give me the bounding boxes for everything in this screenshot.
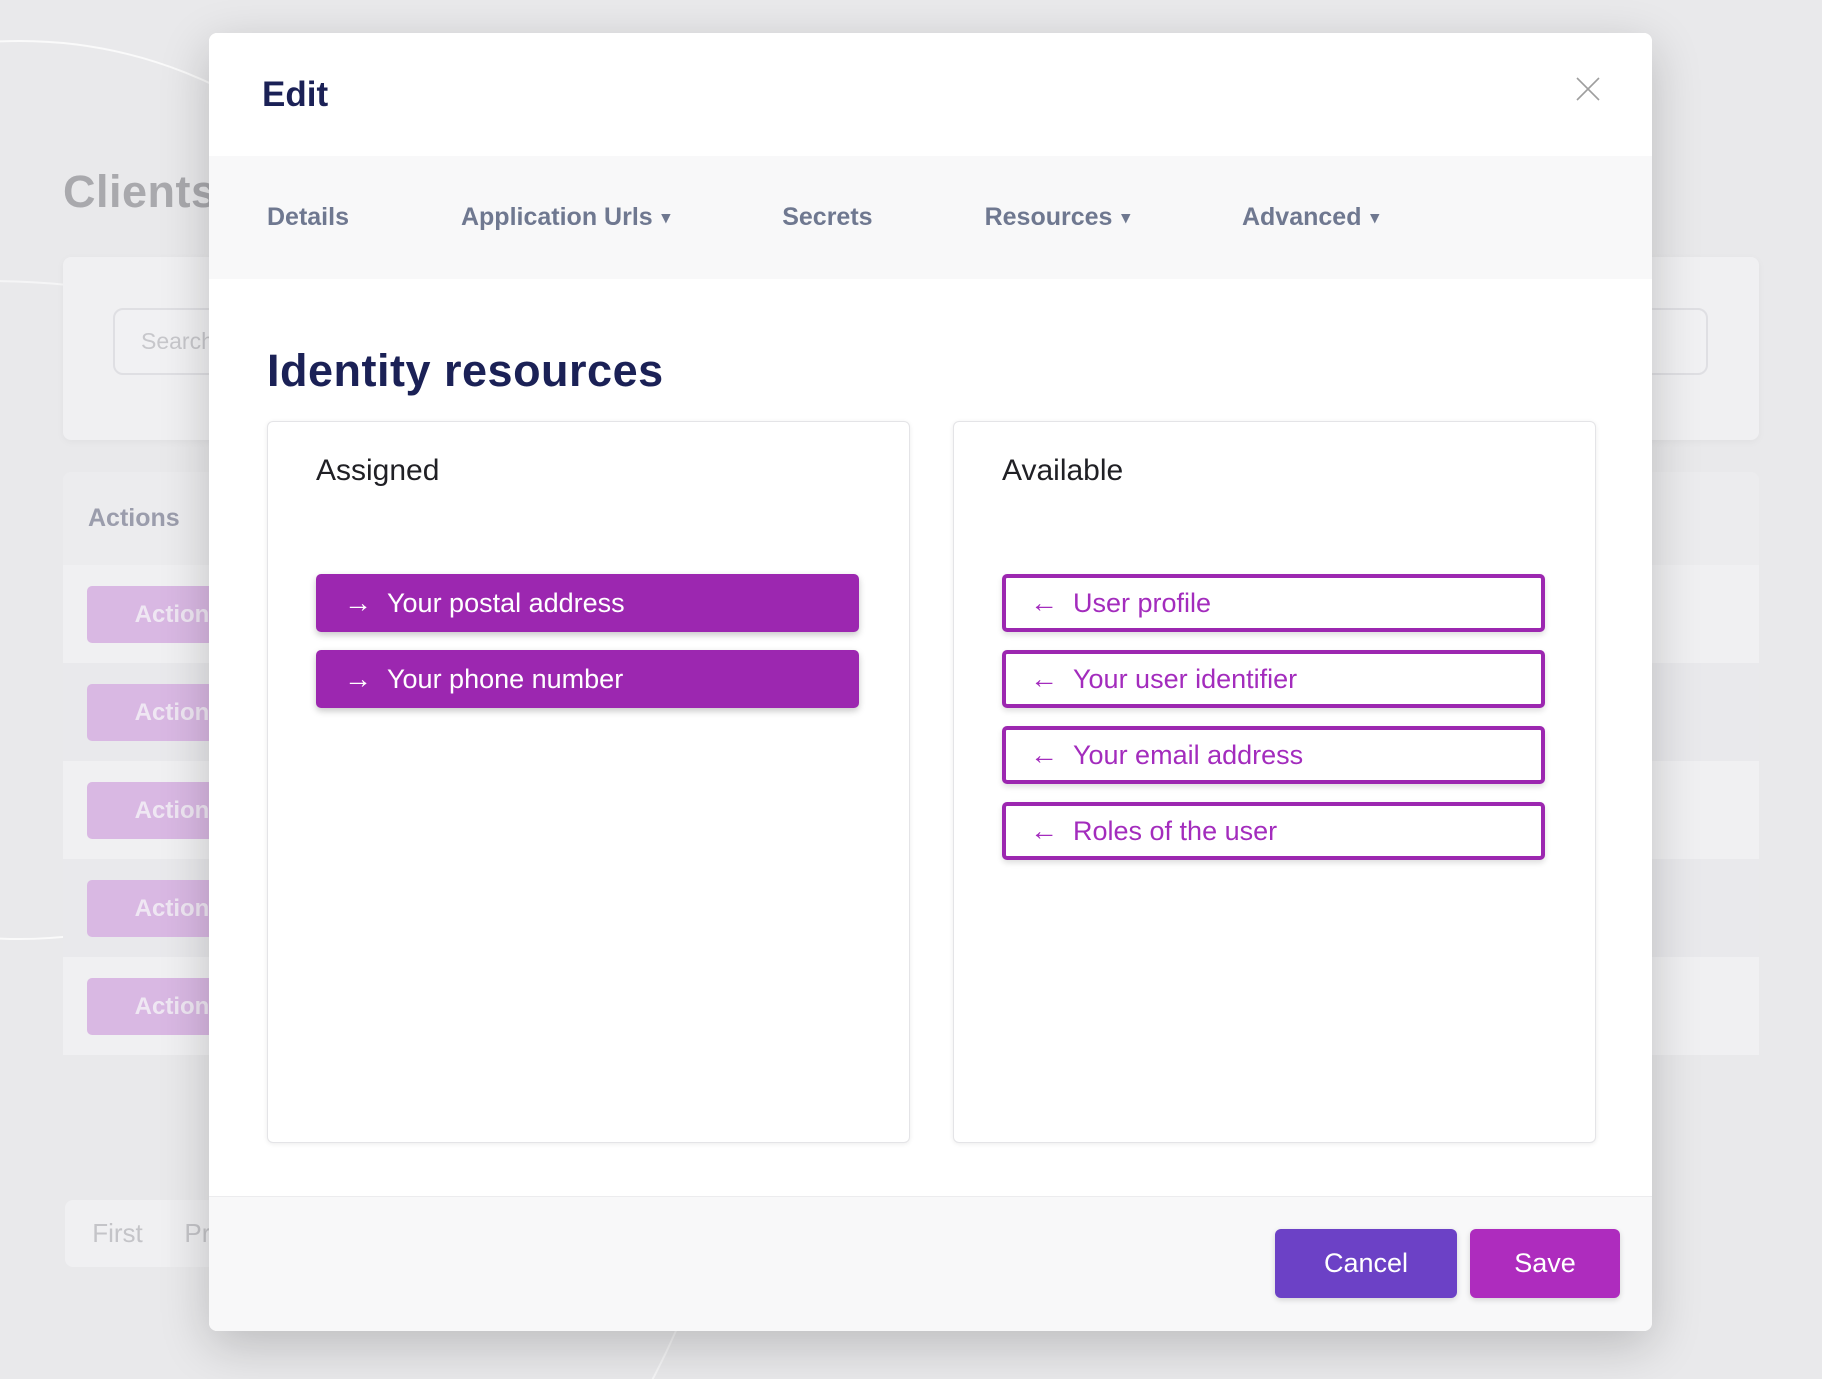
tab-advanced[interactable]: Advanced▾ — [1242, 203, 1379, 232]
tab-details[interactable]: Details — [267, 203, 349, 232]
available-resource-button[interactable]: ← Your email address — [1002, 726, 1545, 784]
tab-application-urls[interactable]: Application Urls▾ — [461, 203, 670, 232]
section-title: Identity resources — [267, 345, 664, 397]
tab-resources[interactable]: Resources▾ — [985, 203, 1130, 232]
available-panel: Available ← User profile ← Your user ide… — [953, 421, 1596, 1143]
available-resource-button[interactable]: ← User profile — [1002, 574, 1545, 632]
caret-down-icon: ▾ — [662, 208, 671, 227]
available-panel-title: Available — [1002, 454, 1123, 488]
arrow-left-icon: ← — [1030, 663, 1058, 695]
modal-footer: Cancel Save — [209, 1196, 1652, 1331]
assigned-panel-title: Assigned — [316, 454, 439, 488]
caret-down-icon: ▾ — [1370, 208, 1379, 227]
cancel-button[interactable]: Cancel — [1275, 1229, 1457, 1298]
arrow-right-icon: → — [344, 587, 372, 619]
tab-secrets[interactable]: Secrets — [782, 203, 872, 232]
resource-label: User profile — [1073, 588, 1211, 619]
assigned-list: → Your postal address → Your phone numbe… — [316, 574, 859, 708]
page-title: Clients — [63, 166, 217, 218]
assigned-panel: Assigned → Your postal address → Your ph… — [267, 421, 910, 1143]
pagination-first[interactable]: First — [65, 1200, 170, 1267]
resource-label: Your user identifier — [1073, 664, 1297, 695]
arrow-left-icon: ← — [1030, 587, 1058, 619]
close-icon[interactable] — [1572, 73, 1604, 105]
available-resource-button[interactable]: ← Your user identifier — [1002, 650, 1545, 708]
actions-column-header: Actions — [88, 504, 180, 533]
resource-label: Your email address — [1073, 740, 1303, 771]
resource-label: Your phone number — [387, 664, 623, 695]
arrow-left-icon: ← — [1030, 739, 1058, 771]
arrow-left-icon: ← — [1030, 815, 1058, 847]
caret-down-icon: ▾ — [1121, 208, 1130, 227]
modal-tabbar: Details Application Urls▾ Secrets Resour… — [209, 156, 1652, 279]
available-list: ← User profile ← Your user identifier ← … — [1002, 574, 1545, 860]
assigned-resource-button[interactable]: → Your postal address — [316, 574, 859, 632]
save-button[interactable]: Save — [1470, 1229, 1620, 1298]
resource-label: Your postal address — [387, 588, 625, 619]
modal-header: Edit — [209, 33, 1652, 156]
resource-label: Roles of the user — [1073, 816, 1277, 847]
edit-modal: Edit ⌂Identity ServerClients Client Id M… — [209, 33, 1652, 1331]
available-resource-button[interactable]: ← Roles of the user — [1002, 802, 1545, 860]
modal-title: Edit — [262, 75, 328, 115]
arrow-right-icon: → — [344, 663, 372, 695]
assigned-resource-button[interactable]: → Your phone number — [316, 650, 859, 708]
